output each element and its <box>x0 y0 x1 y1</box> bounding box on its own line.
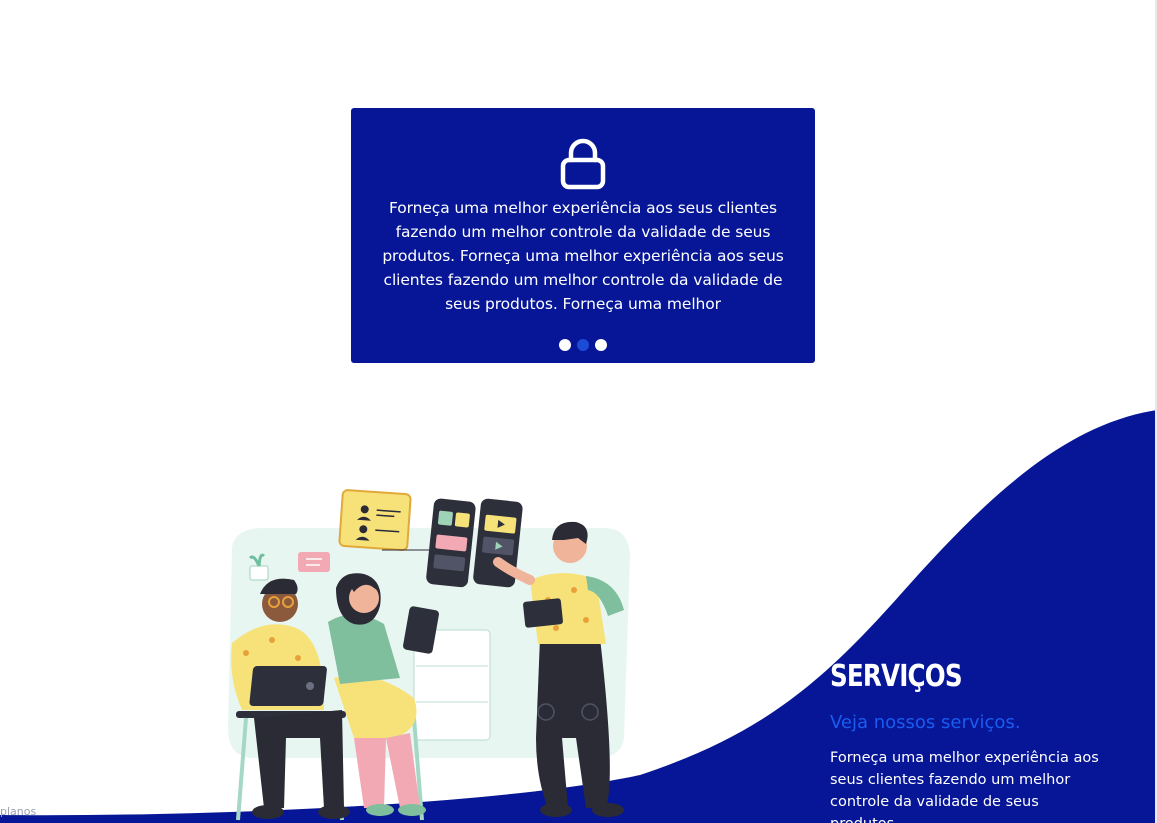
services-section: SERVIÇOS Veja nossos serviços. Forneça u… <box>830 655 1120 823</box>
services-title: SERVIÇOS <box>830 659 963 694</box>
carousel-dot-3[interactable] <box>595 339 607 351</box>
feature-carousel-card: Forneça uma melhor experiência aos seus … <box>351 108 815 363</box>
services-description: Forneça uma melhor experiência aos seus … <box>830 750 1099 823</box>
plans-link[interactable]: planos <box>0 805 36 818</box>
services-subtitle: Veja nossos serviços. <box>830 712 1021 733</box>
carousel-dot-2[interactable] <box>577 339 589 351</box>
page: Forneça uma melhor experiência aos seus … <box>0 0 1157 823</box>
carousel-dot-1[interactable] <box>559 339 571 351</box>
lock-icon <box>560 138 606 190</box>
team-illustration <box>228 489 630 821</box>
carousel-dots <box>351 339 815 351</box>
carousel-text: Forneça uma melhor experiência aos seus … <box>382 199 784 313</box>
